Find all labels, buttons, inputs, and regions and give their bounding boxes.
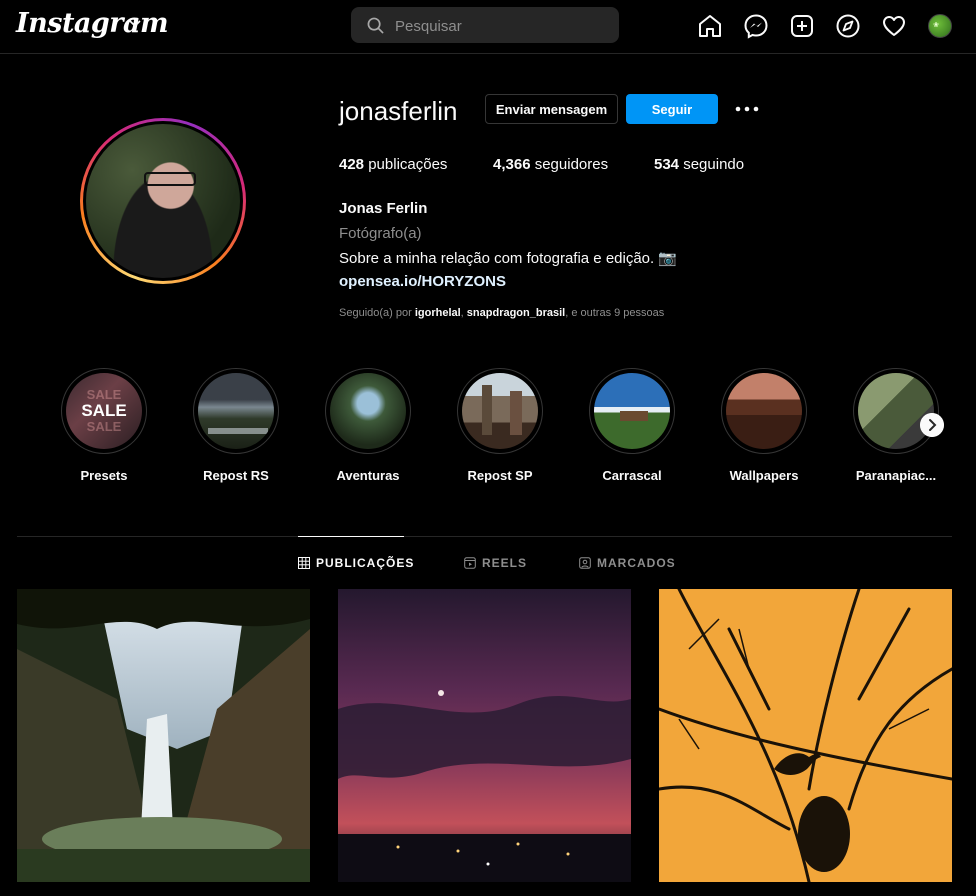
avatar-mark: ❀ — [933, 22, 939, 29]
highlight-label: Repost RS — [203, 468, 269, 483]
following-label: seguindo — [683, 156, 745, 173]
highlight-cover — [198, 373, 274, 449]
follow-button[interactable]: Seguir — [626, 94, 718, 124]
profile-external-link[interactable]: opensea.io/HORYZONS — [339, 273, 506, 290]
chevron-down-icon[interactable] — [128, 16, 142, 30]
profile-username: jonasferlin — [339, 96, 458, 126]
highlight-cover — [594, 373, 670, 449]
next-highlights-arrow-icon[interactable] — [920, 413, 944, 437]
highlight-label: Wallpapers — [729, 468, 799, 483]
more-options-icon[interactable] — [734, 98, 760, 120]
home-icon[interactable] — [697, 13, 723, 39]
story-highlight[interactable]: Repost RS — [192, 368, 280, 483]
tab-posts[interactable]: PUBLICAÇÕES — [298, 556, 414, 570]
send-message-button[interactable]: Enviar mensagem — [485, 94, 618, 124]
story-highlight[interactable]: Carrascal — [588, 368, 676, 483]
story-highlight[interactable]: Aventuras — [324, 368, 412, 483]
following-stat[interactable]: 534 seguindo — [654, 156, 744, 173]
posts-count-stat: 428 publicações — [339, 156, 447, 173]
tabs-divider — [17, 536, 952, 537]
messenger-icon[interactable] — [743, 13, 769, 39]
highlight-label: Presets — [80, 468, 128, 483]
reels-icon — [464, 557, 476, 569]
story-highlight[interactable]: Repost SP — [456, 368, 544, 483]
followers-stat[interactable]: 4,366 seguidores — [493, 156, 608, 173]
instagram-logo[interactable]: Instagram — [16, 8, 169, 39]
tab-posts-label: PUBLICAÇÕES — [316, 556, 415, 570]
highlight-label: Aventuras — [336, 468, 400, 483]
profile-bio: Sobre a minha relação com fotografia e e… — [339, 250, 678, 267]
explore-icon[interactable] — [835, 13, 861, 39]
profile-avatar[interactable]: ❀ — [928, 14, 952, 38]
tab-reels[interactable]: REELS — [464, 556, 527, 570]
highlight-label: Repost SP — [467, 468, 533, 483]
highlight-cover — [726, 373, 802, 449]
highlight-cover — [330, 373, 406, 449]
post-image-purple-sky — [338, 589, 631, 882]
tagged-icon — [579, 557, 591, 569]
search-bar[interactable] — [351, 7, 619, 43]
mutual-follower-link[interactable]: igorhelal — [415, 307, 461, 319]
post-thumbnail[interactable] — [659, 589, 952, 882]
tab-tagged-label: MARCADOS — [597, 556, 676, 570]
followers-count: 4,366 — [493, 156, 531, 173]
following-count: 534 — [654, 156, 680, 173]
mutual-follower-link[interactable]: snapdragon_brasil — [467, 307, 565, 319]
story-highlight[interactable]: Wallpapers — [720, 368, 808, 483]
followed-by-prefix: Seguido(a) por — [339, 307, 415, 319]
grid-icon — [298, 557, 310, 569]
active-tab-indicator — [298, 536, 404, 537]
followed-by-suffix: , e outras 9 pessoas — [565, 307, 665, 319]
new-post-icon[interactable] — [789, 13, 815, 39]
search-icon — [367, 17, 384, 34]
highlight-cover: SALE SALE SALE — [66, 373, 142, 449]
post-image-bird-silhouette — [659, 589, 952, 882]
tab-reels-label: REELS — [482, 556, 528, 570]
story-highlight[interactable]: SALE SALE SALE Presets — [60, 368, 148, 483]
highlight-cover — [462, 373, 538, 449]
post-thumbnail[interactable] — [338, 589, 631, 882]
search-input[interactable] — [395, 15, 605, 37]
posts-count: 428 — [339, 156, 365, 173]
top-navigation-bar: Instagram ❀ — [0, 0, 976, 54]
post-image-waterfall — [17, 589, 310, 882]
highlight-label: Carrascal — [602, 468, 662, 483]
highlight-cover-text: SALE — [81, 401, 127, 420]
profile-picture-detail — [144, 172, 196, 186]
profile-category: Fotógrafo(a) — [339, 225, 422, 242]
profile-picture-story-ring[interactable] — [80, 118, 246, 284]
profile-full-name: Jonas Ferlin — [339, 200, 428, 217]
followers-label: seguidores — [534, 156, 609, 173]
posts-label: publicações — [368, 156, 448, 173]
highlight-label: Paranapiac... — [855, 468, 937, 483]
post-thumbnail[interactable] — [17, 589, 310, 882]
profile-picture — [86, 124, 240, 278]
highlight-cover — [858, 373, 934, 449]
tab-tagged[interactable]: MARCADOS — [579, 556, 676, 570]
followed-by-text[interactable]: Seguido(a) por igorhelal, snapdragon_bra… — [339, 307, 664, 319]
activity-heart-icon[interactable] — [881, 13, 907, 39]
